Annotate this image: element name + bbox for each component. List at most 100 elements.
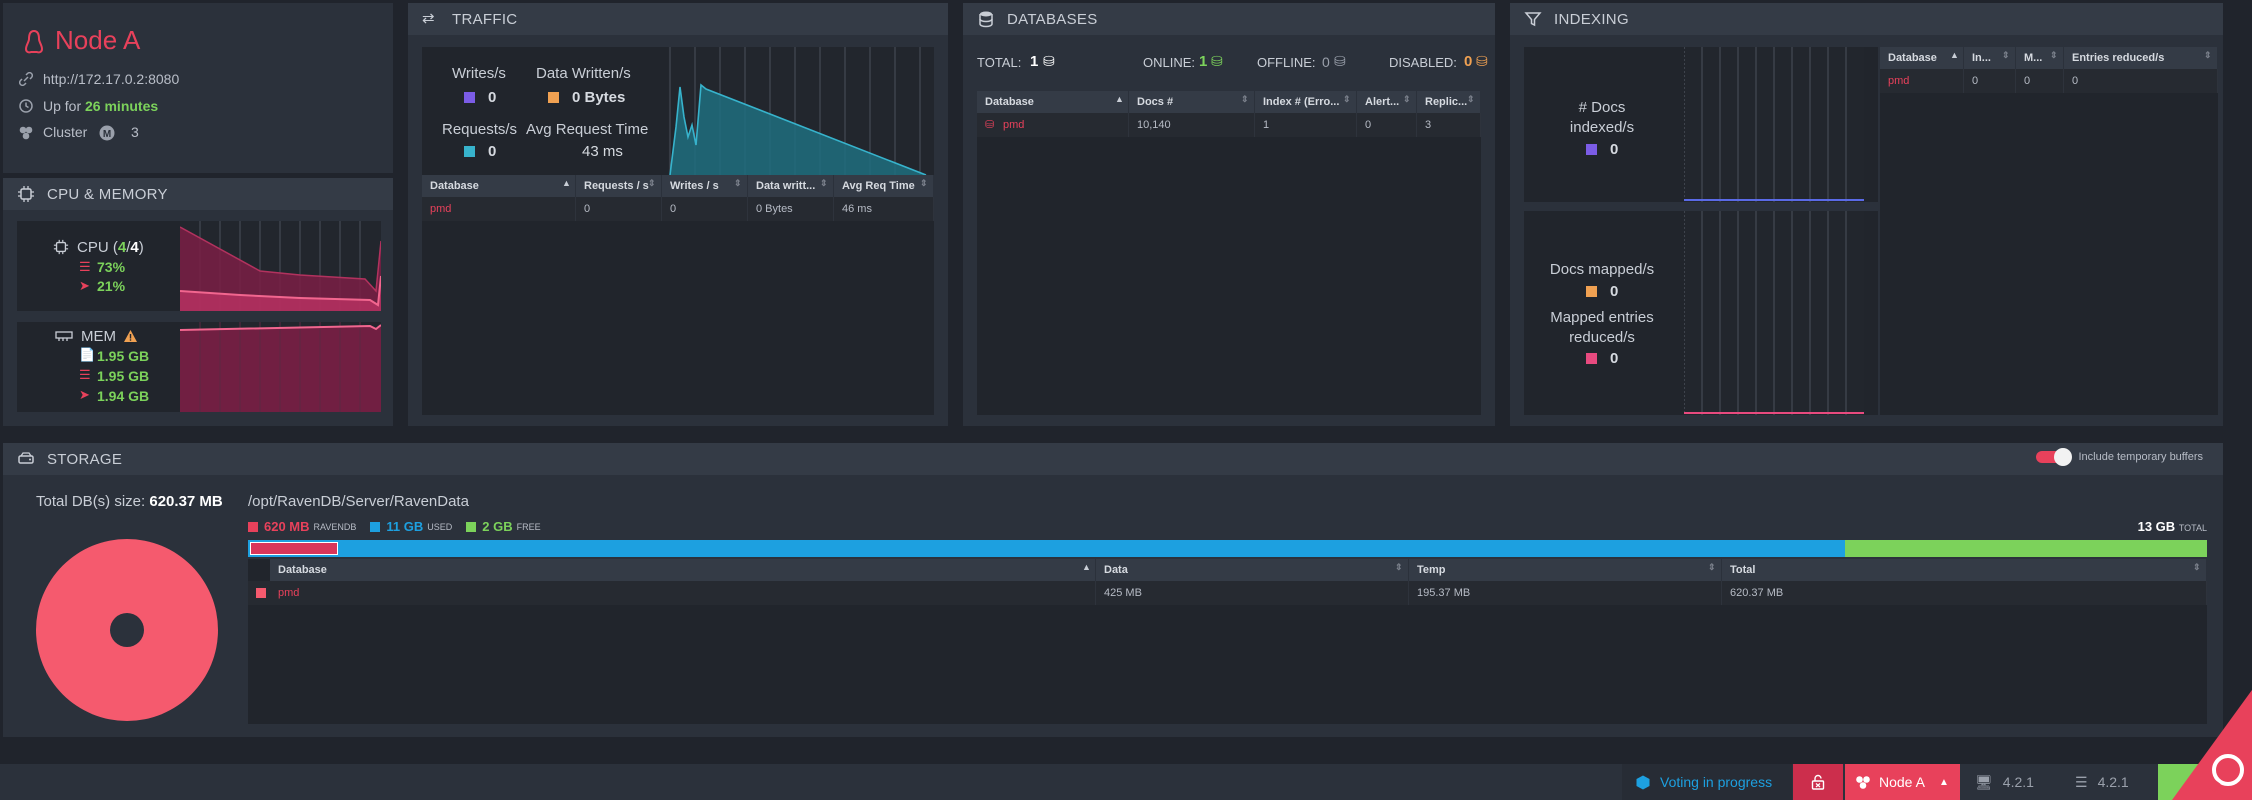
ravendb-corner-logo[interactable]: [2172, 690, 2252, 800]
traffic-col-requests[interactable]: Requests / s ⇕: [576, 175, 662, 197]
sort-asc-icon: ▲: [1082, 562, 1091, 572]
storage-bar-used[interactable]: [336, 540, 1845, 557]
db-row-replication: 3: [1417, 113, 1481, 137]
pie-hole: [110, 613, 144, 647]
hard-drive-icon: [18, 452, 34, 464]
db-row-database[interactable]: pmd: [995, 113, 1129, 137]
filter-icon: [1524, 12, 1542, 27]
storage-header: STORAGE: [3, 443, 2223, 475]
requests-legend-swatch: [464, 146, 475, 157]
db-col-alerts[interactable]: Alert... ⇕: [1357, 91, 1417, 113]
table-row[interactable]: ⛁ pmd 10,140 1 0 3: [977, 113, 1481, 137]
sort-icon: ⇕: [1241, 94, 1249, 104]
idx-row-database[interactable]: pmd: [1880, 69, 1964, 93]
idx-col-entries-label: Entries reduced/s: [2072, 52, 2165, 64]
legend-free-value: 2 GB: [482, 519, 513, 534]
storage-col-temp[interactable]: Temp ⇕: [1409, 559, 1722, 581]
node-selector[interactable]: Node A ▲: [1845, 764, 1960, 800]
traffic-col-database-label: Database: [430, 180, 479, 192]
temp-buffers-toggle[interactable]: Include temporary buffers: [2036, 448, 2203, 466]
server-version-text: 4.2.1: [2097, 774, 2129, 790]
server-icon: ☰: [2075, 773, 2088, 790]
traffic-col-avg-req-time[interactable]: Avg Req Time ⇕: [834, 175, 934, 197]
storage-bar-ravendb[interactable]: [248, 540, 338, 557]
databases-title: DATABASES: [1007, 10, 1098, 28]
toggle-label: Include temporary buffers: [2078, 451, 2203, 463]
indexing-panel: INDEXING # Docs indexed/s 0 Docs mapped/…: [1510, 3, 2223, 426]
storage-total-value: 13 GB: [2137, 519, 2176, 534]
storage-col-database-label: Database: [278, 564, 327, 576]
storage-col-temp-label: Temp: [1417, 564, 1446, 576]
idx-col-database[interactable]: Database ▲: [1880, 47, 1964, 69]
storage-path: /opt/RavenDB/Server/RavenData: [248, 493, 469, 510]
db-col-docs[interactable]: Docs # ⇕: [1129, 91, 1255, 113]
data-written-legend-swatch: [548, 92, 559, 103]
traffic-title: TRAFFIC: [452, 10, 518, 28]
cpu-box: CPU (4/4) ☰ 73% ➤ 21%: [17, 221, 381, 311]
monitor-icon: 🖥: [1975, 773, 1993, 790]
security-button[interactable]: [1793, 764, 1843, 800]
table-row[interactable]: pmd 0 0 0: [1880, 69, 2218, 93]
docs-indexed-label-2: indexed/s: [1569, 119, 1635, 136]
traffic-header: ⇄ TRAFFIC: [408, 3, 948, 35]
voting-status[interactable]: Voting in progress: [1622, 764, 1792, 800]
sort-icon: ⇕: [2193, 562, 2201, 572]
docs-mapped-chart: [1684, 211, 1864, 415]
idx-col-database-label: Database: [1888, 52, 1937, 64]
db-col-docs-label: Docs #: [1137, 96, 1174, 108]
db-online-value: 1: [1199, 53, 1208, 70]
storage-col-total[interactable]: Total ⇕: [1722, 559, 2207, 581]
sort-icon: ⇕: [1467, 94, 1475, 104]
toggle-switch[interactable]: [2036, 448, 2073, 466]
traffic-col-database[interactable]: Database ▲: [422, 175, 576, 197]
db-offline-icon: ⛁: [1334, 53, 1346, 69]
node-url-link[interactable]: http://172.17.0.2:8080: [43, 71, 179, 87]
traffic-row-avg: 46 ms: [834, 197, 934, 221]
db-col-replication[interactable]: Replic... ⇕: [1417, 91, 1481, 113]
memory-box: MEM 📄 1.95 GB ☰ 1.95 GB ➤ 1.94 GB: [17, 322, 381, 412]
idx-col-mapped-label: M...: [2024, 52, 2043, 64]
idx-col-indexed[interactable]: In... ⇕: [1964, 47, 2016, 69]
db-disabled-value: 0: [1464, 53, 1473, 70]
traffic-row-database[interactable]: pmd: [422, 197, 576, 221]
member-icon: M: [99, 125, 115, 141]
docs-mapped-chart-svg: [1684, 211, 1864, 415]
storage-col-data[interactable]: Data ⇕: [1096, 559, 1409, 581]
cluster-icon: [19, 126, 33, 140]
table-row[interactable]: pmd 425 MB 195.37 MB 620.37 MB: [248, 581, 2207, 605]
db-col-database[interactable]: Database ▲: [977, 91, 1129, 113]
traffic-col-data-written[interactable]: Data writt... ⇕: [748, 175, 834, 197]
sort-asc-icon: ▲: [1115, 94, 1124, 104]
storage-bar: [248, 540, 2207, 557]
idx-col-mapped[interactable]: M... ⇕: [2016, 47, 2064, 69]
idx-row-entries: 0: [2064, 69, 2218, 93]
uptime-value: 26 minutes: [85, 98, 159, 114]
client-version[interactable]: 🖥 4.2.1: [1975, 764, 2055, 800]
traffic-chart: [668, 47, 934, 175]
traffic-col-avg-label: Avg Req Time: [842, 180, 915, 192]
storage-col-database[interactable]: Database ▲: [270, 559, 1096, 581]
db-col-index[interactable]: Index # (Erro... ⇕: [1255, 91, 1357, 113]
server-version[interactable]: ☰ 4.2.1: [2075, 764, 2155, 800]
storage-row-database[interactable]: pmd: [270, 581, 1096, 605]
total-db-label: Total DB(s) size:: [36, 493, 146, 510]
cpu-label-text: CPU (: [77, 239, 118, 256]
legend-ravendb-swatch: [248, 521, 258, 532]
storage-row-color-swatch: [256, 588, 266, 598]
exchange-icon: ⇄: [422, 10, 435, 27]
machine-memory-icon: ☰: [79, 367, 91, 382]
traffic-col-writes[interactable]: Writes / s ⇕: [662, 175, 748, 197]
cpu-chart-svg: [180, 221, 381, 311]
total-db-size: Total DB(s) size: 620.37 MB: [36, 493, 223, 510]
sort-icon: ⇕: [1343, 94, 1351, 104]
memory-icon: [55, 331, 73, 341]
table-row[interactable]: pmd 0 0 0 Bytes 46 ms: [422, 197, 934, 221]
storage-col-data-label: Data: [1104, 564, 1128, 576]
idx-col-entries-reduced[interactable]: Entries reduced/s ⇕: [2064, 47, 2218, 69]
machine-icon: ☰: [79, 259, 91, 274]
legend-ravendb-label: RAVENDB: [313, 521, 357, 532]
storage-col-total-label: Total: [1730, 564, 1756, 576]
db-disabled-icon: ⛁: [1476, 53, 1488, 69]
indexing-header: INDEXING: [1510, 3, 2223, 35]
writes-legend-swatch: [464, 92, 475, 103]
